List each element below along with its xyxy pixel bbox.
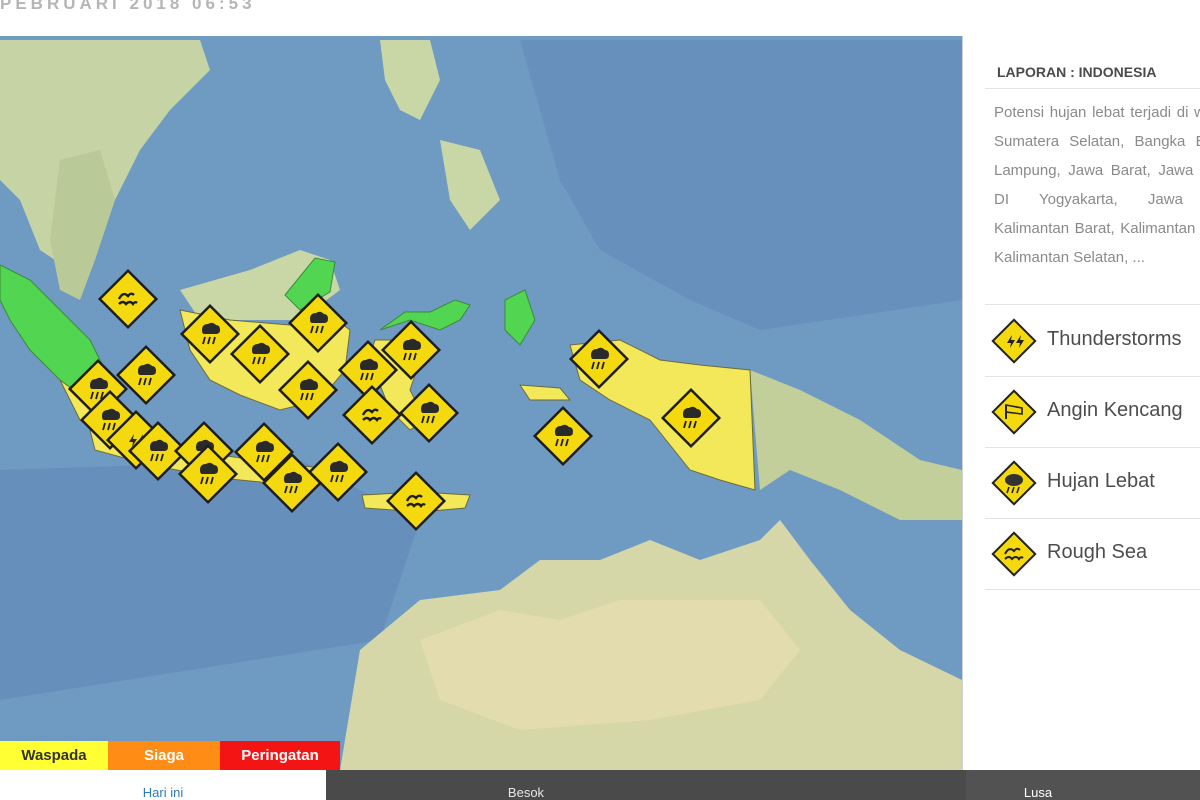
legend-label: Hujan Lebat <box>1047 470 1155 492</box>
top-bar: PEBRUARI 2018 06:53 <box>0 0 1200 37</box>
legend-angin-kencang[interactable]: Angin Kencang <box>985 377 1200 448</box>
map-canvas[interactable] <box>0 36 962 770</box>
tab-label: Lusa <box>1023 785 1053 800</box>
rough-sea-icon <box>991 531 1037 577</box>
tab-lusa[interactable]: Lusa <box>966 770 1200 800</box>
report-title: LAPORAN : INDONESIA <box>997 64 1157 80</box>
tab-label: Hari ini <box>142 785 184 800</box>
level-peringatan: Peringatan <box>220 741 340 770</box>
day-tabs: Hari ini Besok Lusa <box>0 770 1200 800</box>
legend-rough-sea[interactable]: Rough Sea <box>985 519 1200 590</box>
legend-hujan-lebat[interactable]: Hujan Lebat <box>985 448 1200 519</box>
heavy-rain-icon <box>991 460 1037 506</box>
level-siaga: Siaga <box>108 741 220 770</box>
panel-divider <box>985 304 1200 305</box>
weather-map[interactable]: Waspada Siaga Peringatan <box>0 36 962 770</box>
legend-label: Thunderstorms <box>1047 328 1182 350</box>
tab-besok[interactable]: Besok <box>326 770 966 800</box>
thunderstorm-icon <box>991 318 1037 364</box>
report-text: Potensi hujan lebat terjadi di wilayah :… <box>994 104 1200 266</box>
legend-label: Rough Sea <box>1047 541 1148 563</box>
report-datetime: PEBRUARI 2018 06:53 <box>0 0 256 13</box>
panel-divider <box>985 88 1200 89</box>
strong-wind-icon <box>991 389 1037 435</box>
legend-thunderstorms[interactable]: Thunderstorms <box>985 306 1200 377</box>
tab-label: Besok <box>507 785 545 800</box>
report-panel: LAPORAN : INDONESIA Potensi hujan lebat … <box>962 36 1200 770</box>
tab-hari-ini[interactable]: Hari ini <box>0 770 326 800</box>
legend-label: Angin Kencang <box>1047 399 1183 421</box>
level-waspada: Waspada <box>0 741 108 770</box>
